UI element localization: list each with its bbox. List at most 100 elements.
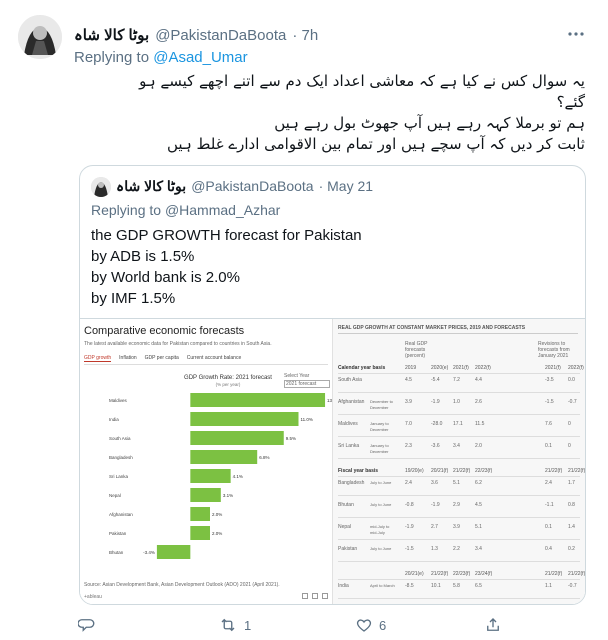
chart-bar <box>156 545 191 559</box>
table-cell: 11.5 <box>475 421 485 427</box>
author-avatar[interactable] <box>18 15 62 59</box>
table-column-header: 2022(f) <box>568 365 584 371</box>
share-icon <box>487 618 499 631</box>
table-cell: 2.3 <box>405 443 412 449</box>
chart-value-label: 4.1% <box>233 474 243 479</box>
table-row-country: Bhutan <box>338 502 354 508</box>
table-column-header: 19/20(e) <box>405 468 424 474</box>
quote-media-image[interactable]: Comparative economic forecasts The lates… <box>80 318 585 604</box>
table-cell: -1.1 <box>545 502 554 508</box>
table-group-revisions: Revisions to forecasts from January 2021 <box>538 341 570 359</box>
table-cell: 2.9 <box>453 502 460 508</box>
table-cell: 3.9 <box>405 399 412 405</box>
tweet-text: یہ سوال کس نے کیا ہے کہ معاشی اعداد ایک … <box>80 71 585 155</box>
more-options-icon[interactable] <box>566 24 586 44</box>
table-cell: 5.8 <box>453 583 460 589</box>
table-section-label: Fiscal year basis <box>338 468 379 474</box>
media-title: Comparative economic forecasts <box>84 325 245 337</box>
expand-icon <box>312 593 318 599</box>
chart-category-label: Bhutan <box>109 550 124 555</box>
chart-bar <box>190 450 258 464</box>
tweet-text-line: ثابت کر دیں کہ آپ سچے ہیں اور تمام بین ا… <box>167 135 585 153</box>
table-group-forecasts: Real GDP forecasts (percent) <box>405 341 428 359</box>
chart-subtitle: (% per year) <box>216 382 241 387</box>
quote-text-line: by ADB is 1.5% <box>91 248 195 265</box>
table-section-label: Calendar year basis <box>338 365 386 371</box>
table-cell: 2.0 <box>475 443 482 449</box>
table-row-basis: July to June <box>370 502 392 507</box>
table-cell: 3.4 <box>453 443 460 449</box>
table-cell: 4.4 <box>475 377 482 383</box>
table-column-header: 21/22(f) <box>545 468 563 474</box>
retweet-button[interactable]: 1 <box>218 616 251 634</box>
table-cell: 2.4 <box>405 480 412 486</box>
table-cell: 5.1 <box>453 480 460 486</box>
table-row-country: Nepal <box>338 524 352 530</box>
author-name[interactable]: بوٹا کالا شاہ <box>74 26 149 44</box>
table-cell: 0.2 <box>568 546 575 552</box>
tweet-time[interactable]: · 7h <box>292 27 318 44</box>
table-row-country: Pakistan <box>338 546 358 552</box>
author-handle[interactable]: @PakistanDaBoota <box>155 27 286 44</box>
table-cell: -1.5 <box>405 546 414 552</box>
quote-time: · May 21 <box>318 178 374 194</box>
table-cell: -8.5 <box>405 583 414 589</box>
quote-text-line: the GDP GROWTH forecast for Pakistan <box>91 227 362 244</box>
chart-bar <box>190 526 210 540</box>
table-column-header: 2020(e) <box>431 365 449 371</box>
table-cell: 0 <box>568 421 571 427</box>
chart-category-label: Afghanistan <box>109 512 133 517</box>
chart-bar <box>190 431 284 445</box>
chart-bar <box>190 469 231 483</box>
table-rule <box>338 458 580 459</box>
table-row-country: Afghanistan <box>338 399 365 405</box>
table-cell: 7.2 <box>453 377 460 383</box>
table-cell: 1.4 <box>568 524 575 530</box>
media-source: Source: Asian Development Bank, Asian De… <box>84 582 280 588</box>
avatar-portrait-icon <box>18 15 62 59</box>
table-column-header: 2021(f) <box>545 365 561 371</box>
chart-value-label: 6.8% <box>259 455 269 460</box>
chart-value-label: 2.0% <box>212 531 222 536</box>
table-cell: 0 <box>568 443 571 449</box>
chart-value-label: 11.0% <box>301 417 313 422</box>
quote-text: the GDP GROWTH forecast for Pakistan by … <box>91 225 362 309</box>
table-row-basis: July to June <box>370 480 392 485</box>
avatar-portrait-icon <box>91 177 111 197</box>
table-cell: 2.4 <box>545 480 552 486</box>
table-rule <box>338 539 580 540</box>
table-cell: 0.1 <box>545 524 552 530</box>
table-cell: 3.9 <box>453 524 460 530</box>
share-button[interactable] <box>484 616 502 634</box>
chart-category-label: Sri Lanka <box>109 474 129 479</box>
quote-text-line: by World bank is 2.0% <box>91 269 240 286</box>
chart-title: GDP Growth Rate: 2021 forecast <box>184 375 272 381</box>
table-title-underline <box>338 333 578 334</box>
table-cell: 7.0 <box>405 421 412 427</box>
media-tab-gdp-per-capita: GDP per capita <box>144 355 179 361</box>
reply-icon <box>78 619 95 632</box>
chart-value-label: 2.0% <box>212 512 222 517</box>
table-cell: -5.4 <box>431 377 440 383</box>
table-cell: 10.1 <box>431 583 441 589</box>
table-column-header: 21/22(f) <box>453 468 471 474</box>
chart-bar <box>190 488 221 502</box>
table-row-basis: January to December <box>370 443 389 454</box>
like-button[interactable]: 6 <box>355 616 386 634</box>
table-column-header: 2019 <box>405 365 417 371</box>
table-rule <box>338 476 580 477</box>
media-subtitle: The latest available economic data for P… <box>84 341 272 347</box>
table-column-header: 21/22(f) <box>568 571 585 577</box>
reply-button[interactable] <box>78 616 96 634</box>
table-column-header: 23/24(f) <box>475 571 493 577</box>
tweet-text-line: گئے؟ <box>556 93 585 111</box>
chart-bar <box>190 393 326 407</box>
quoted-tweet[interactable]: بوٹا کالا شاہ @PakistanDaBoota · May 21 … <box>79 165 586 605</box>
media-tab-current-account: Current account balance <box>186 355 242 361</box>
chart-bar <box>190 412 299 426</box>
replying-to-link[interactable]: @Asad_Umar <box>153 49 247 66</box>
table-cell: 2.7 <box>431 524 438 530</box>
table-cell: 3.4 <box>475 546 482 552</box>
table-cell: -3.5 <box>545 377 554 383</box>
table-row-basis: January to December <box>370 421 389 432</box>
